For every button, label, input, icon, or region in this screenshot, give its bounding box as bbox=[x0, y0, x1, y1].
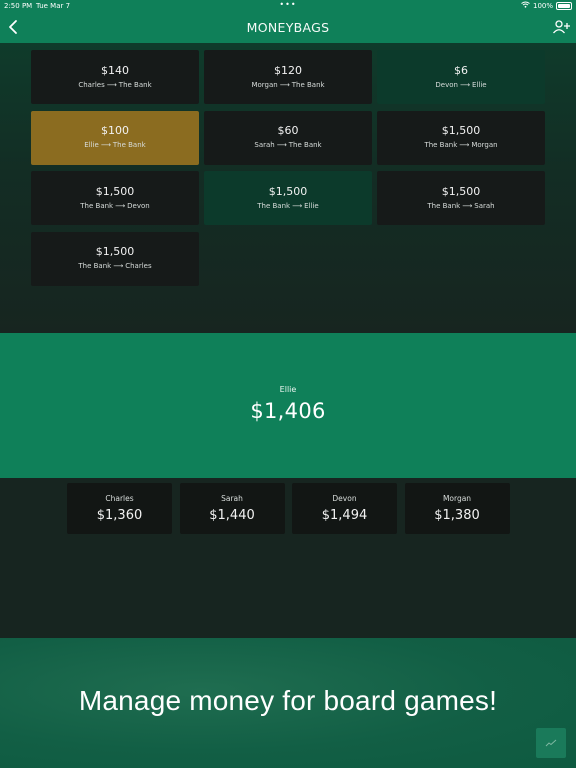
transaction-route: The Bank ⟶ Ellie bbox=[257, 201, 318, 212]
arrow-right-icon: ⟶ bbox=[100, 141, 111, 149]
transaction-route: The Bank ⟶ Morgan bbox=[424, 140, 497, 151]
arrow-right-icon: ⟶ bbox=[276, 141, 287, 149]
active-player-panel[interactable]: Ellie $1,406 bbox=[0, 333, 576, 478]
player-name: Sarah bbox=[221, 493, 243, 503]
transaction-from: The Bank bbox=[80, 201, 114, 210]
transaction-to: Morgan bbox=[471, 141, 498, 149]
transaction-card[interactable]: $60 Sarah ⟶ The Bank bbox=[204, 110, 372, 165]
player-card[interactable]: Sarah $1,440 bbox=[179, 483, 285, 534]
player-name: Devon bbox=[332, 493, 357, 503]
transaction-card[interactable]: $1,500 The Bank ⟶ Ellie bbox=[204, 171, 372, 225]
transaction-from: The Bank bbox=[424, 141, 458, 149]
transaction-card[interactable]: $140 Charles ⟶ The Bank bbox=[31, 50, 199, 104]
transaction-route: Ellie ⟶ The Bank bbox=[84, 140, 145, 151]
transaction-amount: $6 bbox=[454, 63, 468, 77]
transaction-route: Morgan ⟶ The Bank bbox=[251, 80, 324, 91]
player-card[interactable]: Morgan $1,380 bbox=[404, 483, 510, 534]
nav-bar: MONEYBAGS bbox=[0, 12, 576, 43]
transaction-to: Sarah bbox=[474, 201, 495, 210]
arrow-right-icon: ⟶ bbox=[279, 80, 290, 89]
transaction-route: Sarah ⟶ The Bank bbox=[254, 140, 321, 151]
wifi-icon bbox=[521, 1, 530, 10]
add-user-icon bbox=[553, 20, 570, 34]
arrow-right-icon: ⟶ bbox=[462, 201, 473, 210]
players-panel: Charles $1,360 Sarah $1,440 Devon $1,494 Morga… bbox=[0, 478, 576, 638]
transaction-route: Devon ⟶ Ellie bbox=[435, 80, 486, 91]
transaction-amount: $60 bbox=[277, 124, 299, 137]
transaction-route: Charles ⟶ The Bank bbox=[78, 80, 151, 91]
transaction-from: The Bank bbox=[427, 201, 461, 210]
transaction-amount: $120 bbox=[274, 63, 302, 77]
transaction-to: The Bank bbox=[112, 141, 146, 149]
player-balance: $1,440 bbox=[209, 507, 255, 523]
promo-banner: Manage money for board games! bbox=[0, 638, 576, 768]
battery-icon bbox=[556, 1, 572, 10]
transaction-from: Sarah bbox=[254, 141, 275, 149]
player-balance: $1,360 bbox=[96, 507, 143, 523]
arrow-right-icon: ⟶ bbox=[459, 80, 471, 89]
transactions-grid: $140 Charles ⟶ The Bank $120 Morgan ⟶ The Bank $… bbox=[31, 50, 545, 286]
transaction-from: The Bank bbox=[257, 201, 291, 210]
transaction-card[interactable]: $120 Morgan ⟶ The Bank bbox=[204, 50, 372, 104]
transaction-to: Charles bbox=[125, 262, 152, 270]
transaction-to: Ellie bbox=[304, 201, 319, 210]
stats-button[interactable] bbox=[536, 728, 566, 758]
transaction-to: The Bank bbox=[288, 141, 322, 149]
arrow-right-icon: ⟶ bbox=[115, 201, 126, 210]
multitasking-dots[interactable]: ••• bbox=[0, 0, 576, 10]
status-bar: 2:50 PM Tue Mar 7 ••• 100% bbox=[0, 0, 576, 12]
transaction-card[interactable]: $1,500 The Bank ⟶ Morgan bbox=[377, 110, 545, 165]
transaction-amount: $1,500 bbox=[441, 124, 481, 137]
battery-percentage: 100% bbox=[532, 1, 553, 10]
transaction-amount: $100 bbox=[101, 124, 129, 137]
transaction-from: Morgan bbox=[251, 80, 278, 89]
promo-text: Manage money for board games! bbox=[78, 685, 498, 716]
players-row: Charles $1,360 Sarah $1,440 Devon $1,494 Morga… bbox=[67, 483, 510, 534]
player-balance: $1,380 bbox=[434, 507, 480, 523]
player-name: Morgan bbox=[442, 493, 472, 503]
transaction-amount: $140 bbox=[101, 63, 129, 77]
transaction-to: The Bank bbox=[118, 80, 152, 89]
transaction-card[interactable]: $6 Devon ⟶ Ellie bbox=[377, 50, 545, 104]
transaction-card[interactable]: $1,500 The Bank ⟶ Devon bbox=[31, 171, 199, 225]
player-balance: $1,494 bbox=[321, 507, 368, 523]
player-card[interactable]: Devon $1,494 bbox=[292, 483, 397, 534]
transaction-to: Devon bbox=[127, 201, 150, 210]
transaction-amount: $1,500 bbox=[95, 245, 135, 258]
transaction-to: Ellie bbox=[472, 80, 487, 89]
arrow-right-icon: ⟶ bbox=[106, 80, 117, 89]
status-right: 100% bbox=[521, 1, 572, 10]
transaction-to: The Bank bbox=[291, 80, 325, 89]
transaction-card[interactable]: $1,500 The Bank ⟶ Sarah bbox=[377, 171, 545, 225]
active-player-balance: $1,406 bbox=[250, 399, 326, 423]
transactions-panel: $140 Charles ⟶ The Bank $120 Morgan ⟶ The Bank $… bbox=[0, 43, 576, 333]
chart-line-icon bbox=[545, 739, 557, 747]
transaction-amount: $1,500 bbox=[441, 184, 481, 198]
transaction-amount: $1,500 bbox=[95, 184, 135, 198]
transaction-route: The Bank ⟶ Sarah bbox=[427, 201, 494, 212]
transaction-card[interactable]: $100 Ellie ⟶ The Bank bbox=[31, 110, 199, 165]
transaction-from: The Bank bbox=[78, 262, 112, 270]
arrow-right-icon: ⟶ bbox=[459, 141, 470, 149]
arrow-right-icon: ⟶ bbox=[292, 201, 303, 210]
transaction-route: The Bank ⟶ Charles bbox=[78, 261, 151, 272]
arrow-right-icon: ⟶ bbox=[113, 262, 124, 270]
active-player-name: Ellie bbox=[279, 385, 297, 394]
player-card[interactable]: Charles $1,360 bbox=[67, 483, 172, 534]
transaction-from: Ellie bbox=[84, 141, 99, 149]
add-player-button[interactable] bbox=[552, 19, 572, 35]
transaction-card[interactable]: $1,500 The Bank ⟶ Charles bbox=[31, 231, 199, 286]
transaction-amount: $1,500 bbox=[268, 184, 308, 198]
player-name: Charles bbox=[105, 493, 134, 503]
transaction-route: The Bank ⟶ Devon bbox=[80, 201, 149, 212]
transaction-from: Charles bbox=[78, 80, 105, 89]
page-title: MONEYBAGS bbox=[246, 20, 330, 35]
transaction-from: Devon bbox=[435, 80, 458, 89]
